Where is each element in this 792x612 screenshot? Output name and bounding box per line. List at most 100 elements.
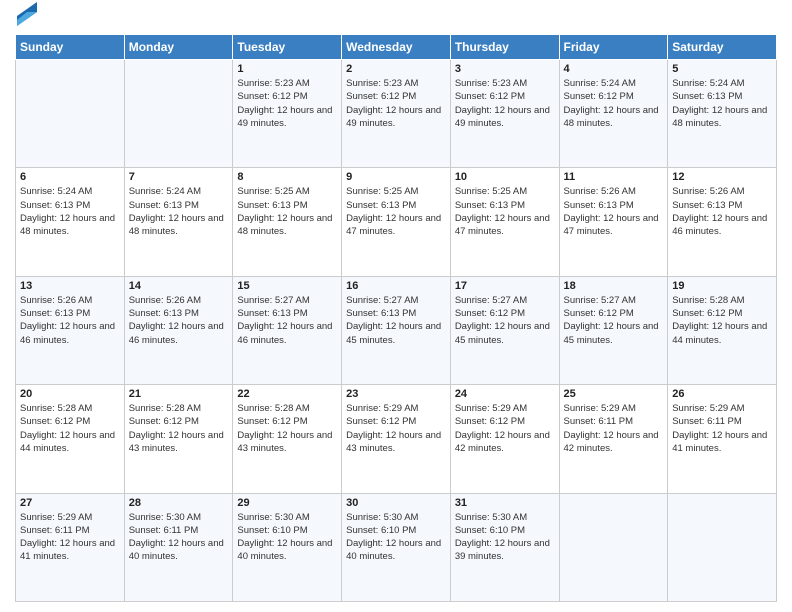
day-cell: 19 Sunrise: 5:28 AM Sunset: 6:12 PM Dayli… [668,276,777,384]
day-cell: 24 Sunrise: 5:29 AM Sunset: 6:12 PM Dayli… [450,385,559,493]
day-number: 21 [129,388,229,400]
day-cell: 21Sunrise: 5:28 AM Sunset: 6:12 PM Dayli… [124,385,233,493]
day-cell: 7 Sunrise: 5:24 AM Sunset: 6:13 PM Daylig… [124,168,233,276]
day-number: 4 [564,63,664,75]
day-cell: 15 Sunrise: 5:27 AM Sunset: 6:13 PM Dayli… [233,276,342,384]
day-cell: 27 Sunrise: 5:29 AM Sunset: 6:11 PM Dayli… [16,493,125,601]
day-cell: 12Sunrise: 5:26 AM Sunset: 6:13 PM Dayli… [668,168,777,276]
day-info: Sunrise: 5:27 AM Sunset: 6:12 PM Dayligh… [564,294,664,347]
day-number: 2 [346,63,446,75]
day-info: Sunrise: 5:27 AM Sunset: 6:13 PM Dayligh… [237,294,337,347]
day-info: Sunrise: 5:29 AM Sunset: 6:11 PM Dayligh… [564,402,664,455]
day-info: Sunrise: 5:30 AM Sunset: 6:10 PM Dayligh… [346,511,446,564]
day-number: 17 [455,280,555,292]
day-cell: 9Sunrise: 5:25 AM Sunset: 6:13 PM Daylig… [342,168,451,276]
day-info: Sunrise: 5:30 AM Sunset: 6:10 PM Dayligh… [237,511,337,564]
day-info: Sunrise: 5:24 AM Sunset: 6:13 PM Dayligh… [672,77,772,130]
day-info: Sunrise: 5:28 AM Sunset: 6:12 PM Dayligh… [237,402,337,455]
day-info: Sunrise: 5:25 AM Sunset: 6:13 PM Dayligh… [455,185,555,238]
day-cell: 2 Sunrise: 5:23 AM Sunset: 6:12 PM Daylig… [342,60,451,168]
day-info: Sunrise: 5:25 AM Sunset: 6:13 PM Dayligh… [237,185,337,238]
day-number: 29 [237,497,337,509]
day-number: 31 [455,497,555,509]
logo-icon [17,2,37,26]
day-cell: 26Sunrise: 5:29 AM Sunset: 6:11 PM Dayli… [668,385,777,493]
day-info: Sunrise: 5:23 AM Sunset: 6:12 PM Dayligh… [455,77,555,130]
day-number: 28 [129,497,229,509]
day-number: 27 [20,497,120,509]
day-number: 30 [346,497,446,509]
day-cell: 5 Sunrise: 5:24 AM Sunset: 6:13 PM Daylig… [668,60,777,168]
day-number: 26 [672,388,772,400]
logo [15,10,37,26]
day-info: Sunrise: 5:29 AM Sunset: 6:12 PM Dayligh… [346,402,446,455]
week-row-2: 6 Sunrise: 5:24 AM Sunset: 6:13 PM Daylig… [16,168,777,276]
weekday-header-thursday: Thursday [450,35,559,60]
day-cell: 1 Sunrise: 5:23 AM Sunset: 6:12 PM Daylig… [233,60,342,168]
day-number: 6 [20,171,120,183]
day-info: Sunrise: 5:24 AM Sunset: 6:12 PM Dayligh… [564,77,664,130]
day-cell: 13 Sunrise: 5:26 AM Sunset: 6:13 PM Dayli… [16,276,125,384]
day-cell: 25 Sunrise: 5:29 AM Sunset: 6:11 PM Dayli… [559,385,668,493]
day-cell: 31 Sunrise: 5:30 AM Sunset: 6:10 PM Dayli… [450,493,559,601]
day-number: 19 [672,280,772,292]
day-number: 20 [20,388,120,400]
week-row-3: 13 Sunrise: 5:26 AM Sunset: 6:13 PM Dayli… [16,276,777,384]
page: SundayMondayTuesdayWednesdayThursdayFrid… [0,0,792,612]
day-info: Sunrise: 5:24 AM Sunset: 6:13 PM Dayligh… [129,185,229,238]
weekday-header-tuesday: Tuesday [233,35,342,60]
week-row-4: 20 Sunrise: 5:28 AM Sunset: 6:12 PM Dayli… [16,385,777,493]
day-info: Sunrise: 5:27 AM Sunset: 6:12 PM Dayligh… [455,294,555,347]
day-cell [124,60,233,168]
day-cell: 4 Sunrise: 5:24 AM Sunset: 6:12 PM Daylig… [559,60,668,168]
day-number: 12 [672,171,772,183]
day-info: Sunrise: 5:29 AM Sunset: 6:12 PM Dayligh… [455,402,555,455]
day-number: 11 [564,171,664,183]
day-number: 8 [237,171,337,183]
day-info: Sunrise: 5:26 AM Sunset: 6:13 PM Dayligh… [129,294,229,347]
weekday-header-wednesday: Wednesday [342,35,451,60]
day-info: Sunrise: 5:30 AM Sunset: 6:10 PM Dayligh… [455,511,555,564]
day-number: 24 [455,388,555,400]
day-cell: 22 Sunrise: 5:28 AM Sunset: 6:12 PM Dayli… [233,385,342,493]
day-cell: 18 Sunrise: 5:27 AM Sunset: 6:12 PM Dayli… [559,276,668,384]
day-info: Sunrise: 5:25 AM Sunset: 6:13 PM Dayligh… [346,185,446,238]
day-info: Sunrise: 5:23 AM Sunset: 6:12 PM Dayligh… [237,77,337,130]
day-cell: 8 Sunrise: 5:25 AM Sunset: 6:13 PM Daylig… [233,168,342,276]
day-info: Sunrise: 5:29 AM Sunset: 6:11 PM Dayligh… [20,511,120,564]
calendar-header: SundayMondayTuesdayWednesdayThursdayFrid… [16,35,777,60]
day-number: 10 [455,171,555,183]
weekday-header-friday: Friday [559,35,668,60]
day-number: 22 [237,388,337,400]
day-cell [668,493,777,601]
day-number: 15 [237,280,337,292]
day-cell: 20 Sunrise: 5:28 AM Sunset: 6:12 PM Dayli… [16,385,125,493]
day-cell: 23 Sunrise: 5:29 AM Sunset: 6:12 PM Dayli… [342,385,451,493]
day-cell: 3 Sunrise: 5:23 AM Sunset: 6:12 PM Daylig… [450,60,559,168]
day-info: Sunrise: 5:28 AM Sunset: 6:12 PM Dayligh… [672,294,772,347]
header [15,10,777,26]
calendar-body: 1 Sunrise: 5:23 AM Sunset: 6:12 PM Daylig… [16,60,777,602]
day-number: 13 [20,280,120,292]
day-info: Sunrise: 5:26 AM Sunset: 6:13 PM Dayligh… [20,294,120,347]
day-info: Sunrise: 5:28 AM Sunset: 6:12 PM Dayligh… [20,402,120,455]
day-number: 25 [564,388,664,400]
day-number: 1 [237,63,337,75]
day-info: Sunrise: 5:26 AM Sunset: 6:13 PM Dayligh… [564,185,664,238]
weekday-header-sunday: Sunday [16,35,125,60]
day-cell: 28Sunrise: 5:30 AM Sunset: 6:11 PM Dayli… [124,493,233,601]
day-number: 3 [455,63,555,75]
day-cell: 10 Sunrise: 5:25 AM Sunset: 6:13 PM Dayli… [450,168,559,276]
day-cell: 17 Sunrise: 5:27 AM Sunset: 6:12 PM Dayli… [450,276,559,384]
day-number: 23 [346,388,446,400]
day-info: Sunrise: 5:23 AM Sunset: 6:12 PM Dayligh… [346,77,446,130]
day-number: 5 [672,63,772,75]
day-cell [559,493,668,601]
day-number: 18 [564,280,664,292]
week-row-5: 27 Sunrise: 5:29 AM Sunset: 6:11 PM Dayli… [16,493,777,601]
calendar-table: SundayMondayTuesdayWednesdayThursdayFrid… [15,34,777,602]
day-number: 16 [346,280,446,292]
weekday-row: SundayMondayTuesdayWednesdayThursdayFrid… [16,35,777,60]
day-number: 7 [129,171,229,183]
weekday-header-monday: Monday [124,35,233,60]
